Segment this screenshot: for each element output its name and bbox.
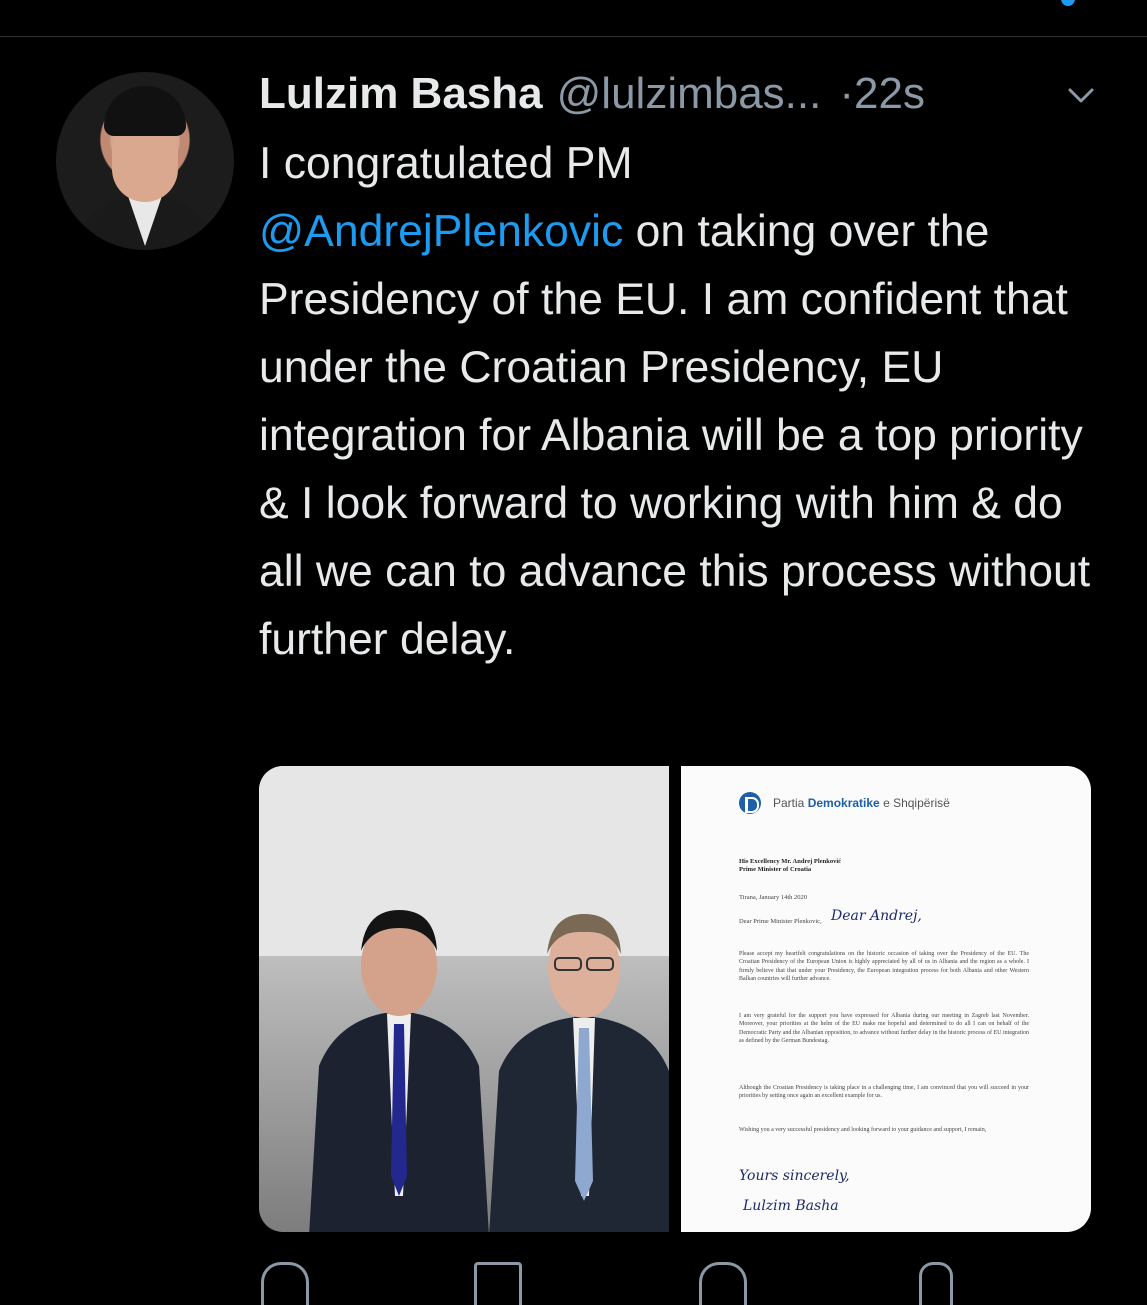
tweet-text: I congratulated PM @AndrejPlenkovic on ta… <box>259 130 1119 674</box>
tweet-timestamp[interactable]: ·22s <box>839 69 925 119</box>
tweet-header: Lulzim Basha @lulzimbas... ·22s <box>259 68 925 120</box>
letter-signature: Lulzim Basha <box>743 1198 839 1214</box>
avatar[interactable] <box>56 72 234 250</box>
tweet-text-part1: I congratulated PM <box>259 139 633 188</box>
retweet-icon[interactable] <box>474 1262 522 1305</box>
letter-paragraph-2: I am very grateful for the support you h… <box>739 1013 1029 1044</box>
letter-paragraph-4: Wishing you a very successful presidency… <box>739 1127 987 1133</box>
tweet-actions <box>259 1262 1039 1305</box>
tweet-media[interactable]: Partia Demokratike e Shqipërisë His Exce… <box>259 766 1091 1232</box>
person-left-figure <box>309 910 489 1232</box>
mention-link[interactable]: @AndrejPlenkovic <box>259 207 623 256</box>
party-name: Partia Demokratike e Shqipërisë <box>773 796 950 810</box>
letter-image[interactable]: Partia Demokratike e Shqipërisë His Exce… <box>681 766 1091 1232</box>
letter-paragraph-1: Please accept my heartfelt congratulatio… <box>739 951 1029 982</box>
letter-closing: Yours sincerely, <box>739 1168 850 1184</box>
share-icon[interactable] <box>919 1262 953 1305</box>
tweet-text-part2: on taking over the Presidency of the EU.… <box>259 207 1091 664</box>
party-logo-icon <box>739 792 761 814</box>
author-name[interactable]: Lulzim Basha <box>259 69 543 119</box>
letter-paragraph-3: Although the Croatian Presidency is taki… <box>739 1085 1029 1100</box>
reply-icon[interactable] <box>261 1262 309 1305</box>
author-handle[interactable]: @lulzimbas... <box>557 69 822 119</box>
person-right-figure <box>489 914 679 1232</box>
notification-indicator <box>1061 0 1075 6</box>
like-icon[interactable] <box>699 1262 747 1305</box>
letter-date: Tirana, January 14th 2020 <box>739 894 808 901</box>
top-bar <box>0 0 1147 37</box>
chevron-down-icon[interactable] <box>1066 80 1096 110</box>
letter-salutation: Dear Prime Minister Plenkovic, <box>739 918 822 925</box>
letter-recipient: His Excellency Mr. Andrej Plenković Prime… <box>739 858 842 873</box>
letter-salutation-handwritten: Dear Andrej, <box>831 908 922 924</box>
handshake-photo[interactable] <box>259 766 679 1232</box>
